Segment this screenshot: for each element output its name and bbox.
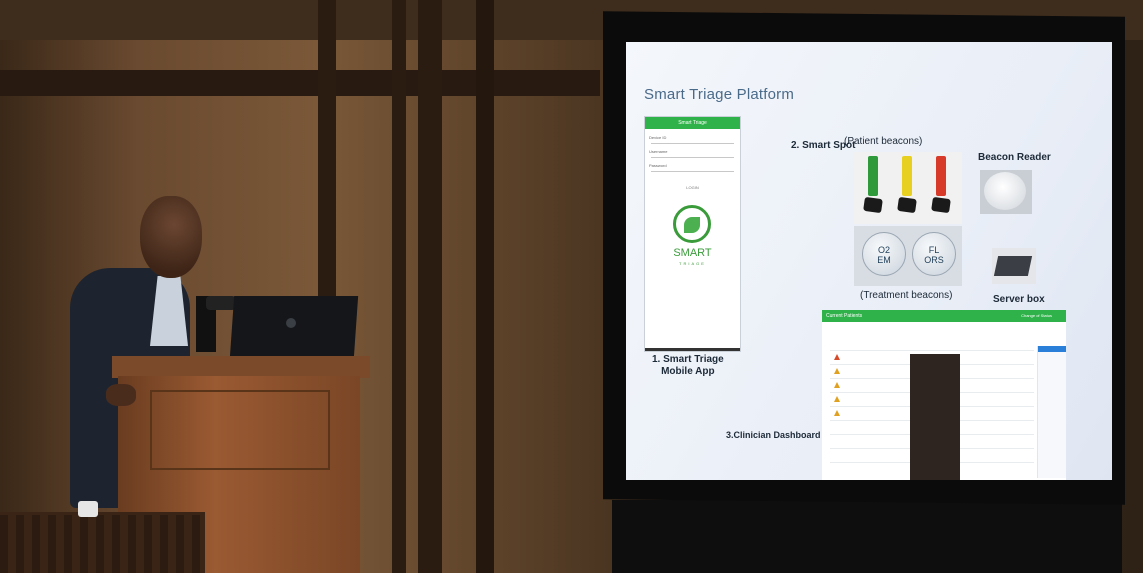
table-row [830, 350, 1034, 351]
field-label: Device ID [649, 135, 667, 140]
treatment-beacons-photo: O2 EM FL ORS [854, 226, 962, 286]
treatment-coin: FL ORS [912, 232, 956, 276]
wall-pillar [418, 0, 442, 573]
caption-beacon-reader: Beacon Reader [978, 152, 1051, 163]
server-box-icon [993, 256, 1033, 276]
lanyard-red [936, 156, 946, 196]
cup [78, 501, 98, 517]
field-label: Password [649, 163, 667, 168]
field-line [651, 143, 734, 144]
dashboard-video-overlay [910, 354, 960, 480]
slide-title: Smart Triage Platform [644, 86, 795, 103]
app-header: Smart Triage [645, 117, 740, 129]
caption-server-box: Server box [993, 294, 1045, 305]
field-label: Username [649, 149, 668, 154]
lanyard-yellow [902, 156, 912, 196]
clinician-dashboard: Current Patients Change of Status [822, 310, 1066, 480]
dashboard-sidebar [1037, 346, 1066, 478]
beacon-tag [863, 196, 883, 214]
caption-clinician-dashboard: 3.Clinician Dashboard [726, 430, 821, 440]
warning-icon [834, 410, 840, 416]
screen-stand [612, 500, 1122, 573]
caption-patient-beacons: (Patient beacons) [844, 136, 923, 147]
field-line [651, 171, 734, 172]
phone-bottom-bar [645, 348, 740, 351]
dashboard-status: Change of Status [1021, 313, 1052, 318]
field-line [651, 157, 734, 158]
wall-pillar [392, 0, 406, 573]
microphone-icon [206, 296, 236, 310]
wall-pillar [476, 0, 494, 573]
patient-beacons-photo [854, 152, 962, 224]
mobile-app-mockup: Smart Triage Device ID Username Password… [644, 116, 741, 352]
tablecloth [0, 515, 200, 573]
caption-line: Mobile App [661, 366, 715, 377]
beacon-tag [897, 196, 917, 214]
caption-line: 1. Smart Triage [652, 354, 724, 365]
wall-rail [0, 70, 600, 96]
lanyard-green [868, 156, 878, 196]
login-button: LOGIN [686, 185, 699, 190]
projected-slide: Smart Triage Platform Smart Triage Devic… [626, 42, 1112, 480]
logo-text: SMART [673, 247, 712, 259]
dashboard-title: Current Patients [826, 313, 863, 319]
caption-mobile-app: 1. Smart Triage Mobile App [652, 354, 724, 378]
caption-treatment-beacons: (Treatment beacons) [860, 290, 953, 301]
dashboard-header: Current Patients Change of Status [822, 310, 1066, 322]
presenter-head [140, 196, 202, 278]
warning-icon [834, 354, 840, 360]
logo-subtext: TRIAGE [679, 261, 706, 266]
sidebar-header [1038, 346, 1066, 352]
warning-icon [834, 382, 840, 388]
leaf-icon [684, 217, 700, 233]
beacon-tag [931, 196, 951, 214]
presenter-hand [106, 384, 136, 406]
beacon-reader-icon [984, 172, 1026, 210]
laptop-logo-icon [286, 318, 296, 328]
podium-panel [150, 390, 330, 470]
podium-top [112, 356, 370, 378]
warning-icon [834, 368, 840, 374]
treatment-coin: O2 EM [862, 232, 906, 276]
warning-icon [834, 396, 840, 402]
